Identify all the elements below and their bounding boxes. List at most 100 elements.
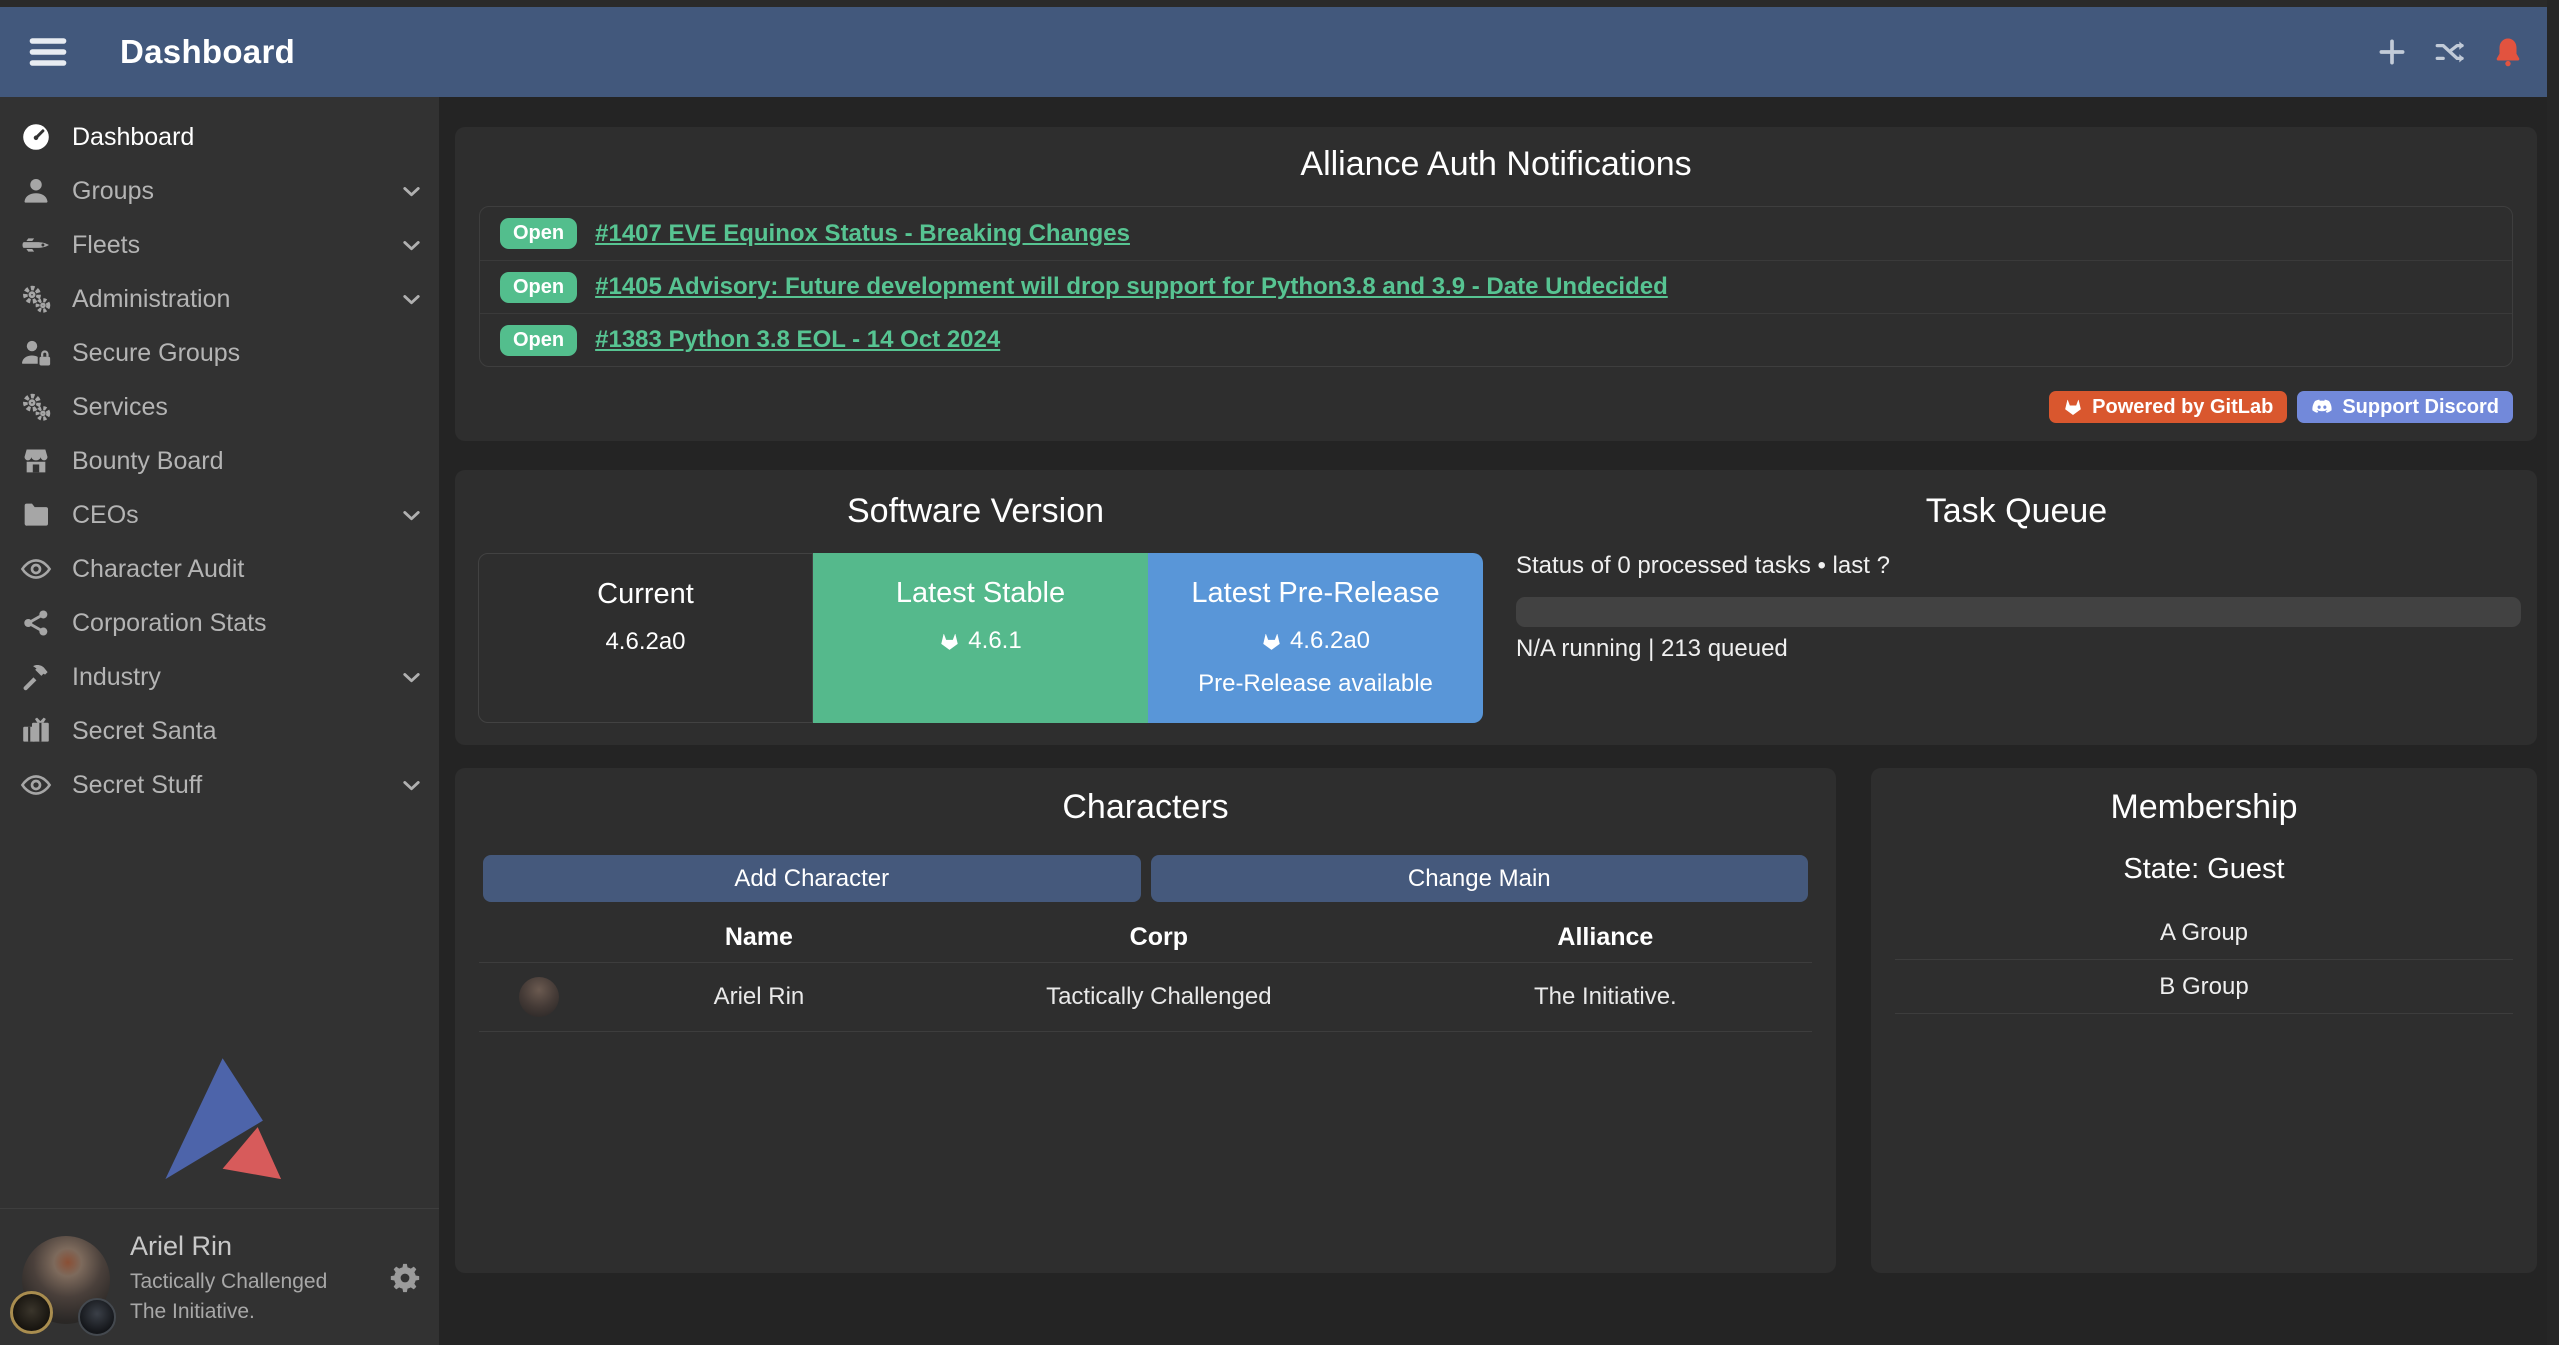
gauge-icon [20,121,52,153]
user-info: Ariel Rin Tactically Challenged The Init… [130,1231,327,1324]
page-title: Dashboard [120,33,295,71]
characters-panel: Characters Add Character Change Main Nam… [455,768,1836,1273]
sidebar-item-corporation-stats[interactable]: Corporation Stats [0,596,439,650]
sidebar-item-secret-stuff[interactable]: Secret Stuff [0,758,439,812]
user-alliance: The Initiative. [130,1300,327,1324]
discord-icon [2311,396,2333,418]
shuttle-icon [20,229,52,261]
gears-icon [20,391,52,423]
group-list-item: A Group [1895,906,2513,960]
gear-icon [388,1261,422,1295]
folder-icon [20,499,52,531]
user-settings-button[interactable] [388,1261,422,1295]
software-version-widget: Software Version Current 4.6.2a0 Latest … [455,470,1496,745]
sidebar-item-secret-santa[interactable]: Secret Santa [0,704,439,758]
add-character-button[interactable]: Add Character [483,855,1141,902]
sidebar-item-dashboard[interactable]: Dashboard [0,110,439,164]
user-avatar-group [22,1236,122,1341]
hamburger-icon [26,30,70,74]
group-list-item: B Group [1895,960,2513,1014]
membership-state: State: Guest [1871,853,2537,886]
chevron-down-icon [398,502,425,529]
sidebar-item-services[interactable]: Services [0,380,439,434]
navbar-actions [2375,35,2525,69]
version-taskqueue-panel: Software Version Current 4.6.2a0 Latest … [455,470,2537,745]
prerelease-note: Pre-Release available [1148,670,1483,698]
user-icon [20,175,52,207]
scrollbar-track[interactable] [2547,0,2559,1345]
gifts-icon [20,715,52,747]
task-queue-title: Task Queue [1496,492,2537,531]
alliance-logo [78,1298,116,1336]
shuffle-icon [2433,35,2467,69]
notifications-title: Alliance Auth Notifications [455,145,2537,184]
window-top-edge [0,0,2559,7]
chevron-down-icon [398,178,425,205]
eye-icon [20,553,52,585]
version-current-box: Current 4.6.2a0 [478,553,813,723]
membership-title: Membership [1871,788,2537,827]
chevron-down-icon [398,664,425,691]
sidebar-user-panel: Ariel Rin Tactically Challenged The Init… [0,1208,439,1345]
sidebar-menu: Dashboard Groups Fleets Administration S… [0,97,439,812]
sidebar: Dashboard Groups Fleets Administration S… [0,97,439,1345]
character-name: Ariel Rin [599,983,919,1011]
group-list: A Group B Group [1895,906,2513,1014]
notifications-footer-badges: Powered by GitLab Support Discord [2049,391,2513,423]
change-main-button[interactable]: Change Main [1151,855,1809,902]
sidebar-item-character-audit[interactable]: Character Audit [0,542,439,596]
task-queue-counts: N/A running | 213 queued [1516,635,1788,663]
notification-link[interactable]: #1405 Advisory: Future development will … [595,273,1668,301]
share-nodes-icon [20,607,52,639]
task-queue-progress-bar [1516,597,2521,627]
chevron-down-icon [398,772,425,799]
status-badge: Open [500,218,577,249]
character-alliance: The Initiative. [1399,983,1812,1011]
notification-link[interactable]: #1383 Python 3.8 EOL - 14 Oct 2024 [595,326,1000,354]
version-boxes: Current 4.6.2a0 Latest Stable 4.6.1 Late… [478,553,1483,723]
sidebar-toggle-button[interactable] [26,30,70,74]
add-character-quick-button[interactable] [2375,35,2409,69]
column-header-name: Name [599,923,919,952]
powered-by-gitlab-badge[interactable]: Powered by GitLab [2049,391,2287,423]
sidebar-item-secure-groups[interactable]: Secure Groups [0,326,439,380]
column-header-alliance: Alliance [1399,923,1812,952]
sidebar-item-bounty-board[interactable]: Bounty Board [0,434,439,488]
sidebar-item-ceos[interactable]: CEOs [0,488,439,542]
chevron-down-icon [398,232,425,259]
table-header-row: Name Corp Alliance [479,913,1812,963]
eye-icon [20,769,52,801]
user-name: Ariel Rin [130,1231,327,1262]
sidebar-item-fleets[interactable]: Fleets [0,218,439,272]
character-corp: Tactically Challenged [919,983,1399,1011]
user-lock-icon [20,337,52,369]
main-content: Alliance Auth Notifications Open #1407 E… [439,97,2559,1345]
corp-logo [10,1291,53,1334]
status-badge: Open [500,272,577,303]
task-queue-status: Status of 0 processed tasks • last ? [1516,552,1890,580]
plus-icon [2375,35,2409,69]
user-corporation: Tactically Challenged [130,1270,327,1294]
alliance-auth-logo [155,1053,285,1183]
gears-icon [20,283,52,315]
store-icon [20,445,52,477]
sidebar-item-groups[interactable]: Groups [0,164,439,218]
change-main-quick-button[interactable] [2433,35,2467,69]
version-prerelease-box: Latest Pre-Release 4.6.2a0 Pre-Release a… [1148,553,1483,723]
character-portrait [519,977,559,1017]
support-discord-badge[interactable]: Support Discord [2297,391,2513,423]
characters-title: Characters [455,788,1836,827]
table-row: Ariel Rin Tactically Challenged The Init… [479,963,1812,1032]
notification-link[interactable]: #1407 EVE Equinox Status - Breaking Chan… [595,220,1130,248]
bell-icon [2491,35,2525,69]
notifications-button[interactable] [2491,35,2525,69]
alliance-auth-dashboard: Dashboard Dashboard Groups [0,0,2559,1345]
notifications-list: Open #1407 EVE Equinox Status - Breaking… [479,206,2513,367]
notification-item: Open #1407 EVE Equinox Status - Breaking… [480,207,2512,260]
sidebar-item-administration[interactable]: Administration [0,272,439,326]
top-navbar: Dashboard [0,7,2559,97]
column-header-corp: Corp [919,923,1399,952]
gitlab-icon [939,631,960,652]
sidebar-item-industry[interactable]: Industry [0,650,439,704]
membership-panel: Membership State: Guest A Group B Group [1871,768,2537,1273]
